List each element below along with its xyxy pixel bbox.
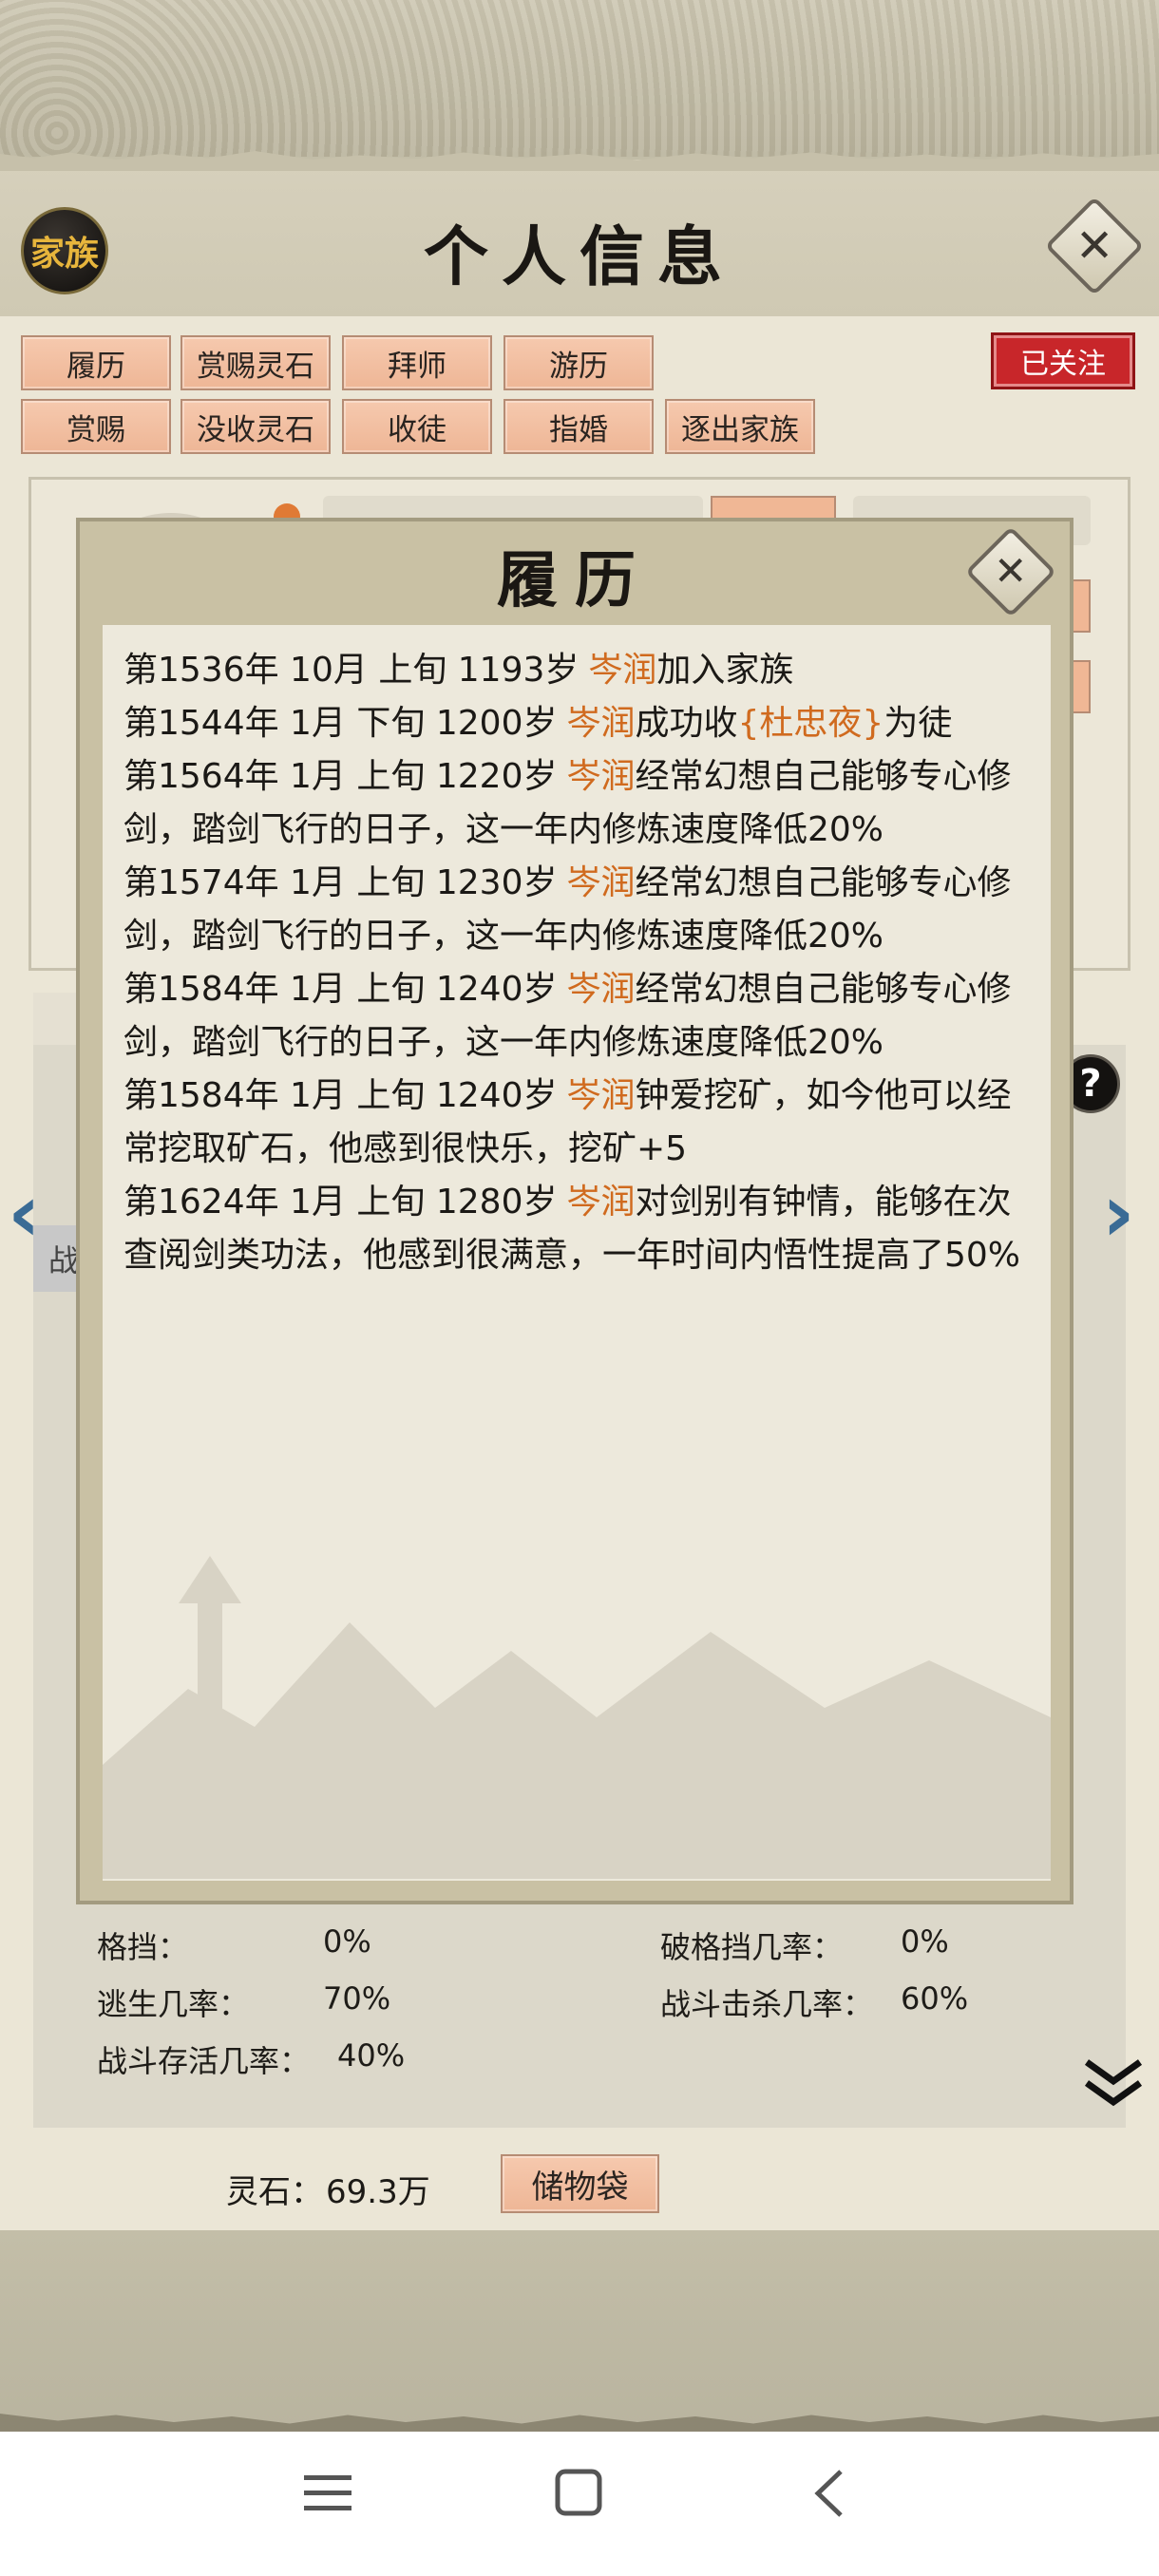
reward-spirit-stone-button[interactable]: 赏赐灵石 [180, 335, 331, 390]
escape-label: 逃生几率： [97, 1986, 250, 2022]
storage-bag-button[interactable]: 储物袋 [501, 2154, 659, 2213]
resume-button[interactable]: 履历 [21, 335, 171, 390]
resume-dialog-title: 履历 [497, 545, 653, 616]
entry-text-after: 为徒 [884, 704, 953, 743]
resume-log-entry: 第1624年 1月 上旬 1280岁 岑润对剑别有钟情，能够在次查阅剑类功法，他感… [124, 1176, 1032, 1282]
kill-value: 60% [901, 1980, 969, 2017]
entry-text: 成功收 [635, 704, 738, 743]
side-button-2[interactable] [1072, 660, 1091, 713]
entry-character-name: 岑润 [588, 651, 657, 690]
entry-character-name: 岑润 [566, 757, 636, 796]
entry-text: 加入家族 [656, 651, 794, 690]
resume-log-entry: 第1584年 1月 上旬 1240岁 岑润钟爱挖矿，如今他可以经常挖取矿石，他感到… [124, 1070, 1032, 1176]
confiscate-spirit-stone-button[interactable]: 没收灵石 [180, 399, 331, 454]
escape-value: 70% [323, 1980, 391, 2017]
entry-date: 第1574年 1月 上旬 1230岁 [124, 863, 558, 902]
reward-button[interactable]: 赏赐 [21, 399, 171, 454]
apprentice-to-master-button[interactable]: 拜师 [342, 335, 492, 390]
resume-log-entry: 第1584年 1月 上旬 1240岁 岑润经常幻想自己能够专心修剑，踏剑飞行的日子… [124, 963, 1032, 1070]
kill-label: 战斗击杀几率： [660, 1986, 874, 2022]
close-icon: ✕ [994, 547, 1028, 595]
spirit-stone-label: 灵石： [226, 2173, 323, 2211]
expand-double-chevron-down-icon[interactable] [1083, 2056, 1144, 2113]
home-icon[interactable] [554, 2468, 605, 2519]
entry-character-name: 岑润 [566, 863, 636, 902]
travel-button[interactable]: 游历 [504, 335, 654, 390]
entry-date: 第1624年 1月 上旬 1280岁 [124, 1183, 558, 1222]
back-icon[interactable] [810, 2468, 848, 2519]
arrange-marriage-button[interactable]: 指婚 [504, 399, 654, 454]
entry-character-name: 岑润 [566, 704, 636, 743]
break-block-label: 破格挡几率： [660, 1929, 844, 1965]
menu-icon[interactable] [302, 2470, 353, 2517]
resume-log-scroll-area[interactable]: 第1536年 10月 上旬 1193岁 岑润加入家族 第1544年 1月 下旬 12… [103, 625, 1051, 1881]
entry-character-name: 岑润 [566, 1076, 636, 1115]
entry-date: 第1584年 1月 上旬 1240岁 [124, 1076, 558, 1115]
block-label: 格挡： [97, 1929, 189, 1965]
survive-value: 40% [337, 2037, 406, 2074]
resume-log-list: 第1536年 10月 上旬 1193岁 岑润加入家族 第1544年 1月 下旬 12… [124, 644, 1032, 1282]
survive-label: 战斗存活几率： [97, 2043, 311, 2079]
close-icon: ✕ [1074, 219, 1114, 273]
page-title: 个人信息 [423, 219, 735, 295]
take-disciple-button[interactable]: 收徒 [342, 399, 492, 454]
top-decoration [0, 0, 1159, 157]
entry-date: 第1544年 1月 下旬 1200岁 [124, 704, 558, 743]
side-button-1[interactable] [1072, 579, 1091, 633]
battle-tab-label: 战 [48, 1242, 79, 1279]
resume-log-entry: 第1564年 1月 上旬 1220岁 岑润经常幻想自己能够专心修剑，踏剑飞行的日子… [124, 750, 1032, 857]
next-arrow-icon[interactable]: › [1102, 1173, 1135, 1253]
expel-from-family-button[interactable]: 逐出家族 [665, 399, 815, 454]
prev-arrow-icon[interactable]: ‹ [8, 1173, 41, 1253]
entry-date: 第1564年 1月 上旬 1220岁 [124, 757, 558, 796]
resume-log-entry: 第1574年 1月 上旬 1230岁 岑润经常幻想自己能够专心修剑，踏剑飞行的日子… [124, 857, 1032, 963]
entry-target-name: {杜忠夜} [737, 704, 884, 743]
entry-character-name: 岑润 [566, 1183, 636, 1222]
followed-button[interactable]: 已关注 [991, 332, 1135, 389]
spirit-stone-value: 69.3万 [326, 2173, 430, 2211]
entry-date: 第1536年 10月 上旬 1193岁 [124, 651, 580, 690]
resume-log-entry: 第1544年 1月 下旬 1200岁 岑润成功收{杜忠夜}为徒 [124, 697, 1032, 750]
entry-character-name: 岑润 [566, 970, 636, 1009]
break-block-value: 0% [901, 1923, 949, 1960]
family-badge-button[interactable]: 家族 [21, 207, 108, 294]
resume-log-entry: 第1536年 10月 上旬 1193岁 岑润加入家族 [124, 644, 1032, 697]
bottom-decoration [0, 2230, 1159, 2432]
block-value: 0% [323, 1923, 371, 1960]
entry-date: 第1584年 1月 上旬 1240岁 [124, 970, 558, 1009]
